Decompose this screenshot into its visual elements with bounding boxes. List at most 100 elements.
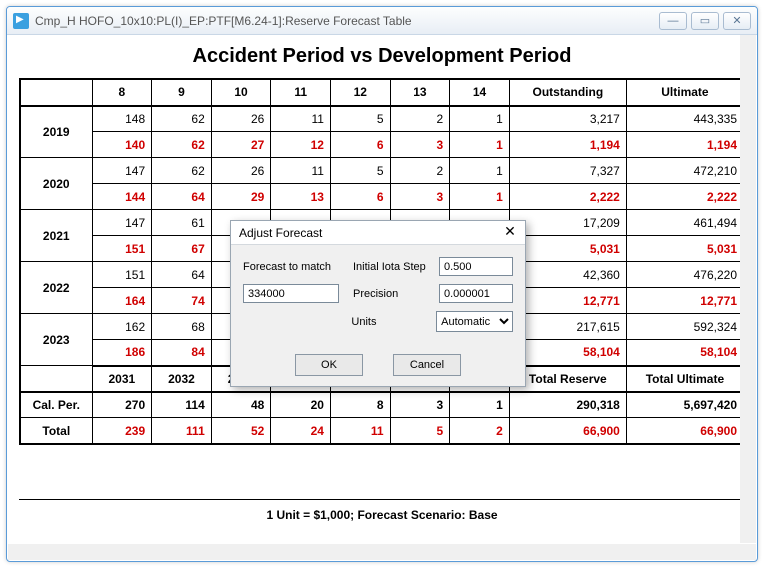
forecast-label: Forecast to match: [243, 261, 347, 273]
cell: 290,318: [509, 392, 626, 418]
col-header: Outstanding: [509, 80, 626, 106]
year-header: 2022: [21, 262, 93, 314]
cell: 20: [271, 392, 331, 418]
cell: 26: [211, 106, 271, 132]
cell: 6: [330, 132, 390, 158]
precision-label: Precision: [353, 288, 433, 300]
cell: 11: [330, 418, 390, 444]
cell: 66,900: [509, 418, 626, 444]
cell: 1,194: [509, 132, 626, 158]
cell: 472,210: [626, 158, 743, 184]
cell: 111: [152, 418, 212, 444]
units-select[interactable]: Automatic: [436, 311, 513, 332]
close-button[interactable]: ✕: [723, 12, 751, 30]
cell: 151: [92, 262, 152, 288]
footer-col-header: 2032: [152, 366, 212, 392]
cell: 64: [152, 262, 212, 288]
window-title: Cmp_H HOFO_10x10:PL(I)_EP:PTF[M6.24-1]:R…: [35, 14, 659, 28]
cell: 217,615: [509, 314, 626, 340]
cell: 5,697,420: [626, 392, 743, 418]
cell: 162: [92, 314, 152, 340]
cell: 144: [92, 184, 152, 210]
footer-blank: [21, 366, 93, 392]
col-header: 11: [271, 80, 331, 106]
col-header: 8: [92, 80, 152, 106]
app-icon: [13, 13, 29, 29]
maximize-button[interactable]: ▭: [691, 12, 719, 30]
cell: 5: [330, 158, 390, 184]
cell: 58,104: [509, 340, 626, 366]
cell: 3,217: [509, 106, 626, 132]
cell: 27: [211, 132, 271, 158]
horizontal-scrollbar[interactable]: [8, 544, 740, 560]
footer-col-header: 2031: [92, 366, 152, 392]
cell: 12,771: [509, 288, 626, 314]
header-blank: [21, 80, 93, 106]
cell: 17,209: [509, 210, 626, 236]
cell: 147: [92, 158, 152, 184]
cell: 12,771: [626, 288, 743, 314]
cell: 67: [152, 236, 212, 262]
col-header: 14: [450, 80, 510, 106]
cell: 114: [152, 392, 212, 418]
cal-per-header: Cal. Per.: [21, 392, 93, 418]
year-header: 2020: [21, 158, 93, 210]
ok-button[interactable]: OK: [295, 354, 363, 376]
cell: 1: [450, 106, 510, 132]
cell: 29: [211, 184, 271, 210]
iota-input[interactable]: [439, 257, 513, 276]
col-header: 12: [330, 80, 390, 106]
cell: 140: [92, 132, 152, 158]
footer-col-header: Total Ultimate: [626, 366, 743, 392]
forecast-input[interactable]: [243, 284, 339, 303]
cell: 2: [390, 158, 450, 184]
cell: 74: [152, 288, 212, 314]
col-header: 9: [152, 80, 212, 106]
cell: 61: [152, 210, 212, 236]
footer-text: 1 Unit = $1,000; Forecast Scenario: Base: [19, 499, 745, 522]
cancel-button[interactable]: Cancel: [393, 354, 461, 376]
adjust-forecast-dialog: Adjust Forecast ✕ Forecast to match Init…: [230, 220, 526, 387]
cell: 2: [450, 418, 510, 444]
cell: 151: [92, 236, 152, 262]
cell: 2,222: [626, 184, 743, 210]
cell: 1: [450, 184, 510, 210]
cell: 1,194: [626, 132, 743, 158]
cell: 7,327: [509, 158, 626, 184]
cell: 12: [271, 132, 331, 158]
cell: 6: [330, 184, 390, 210]
cell: 592,324: [626, 314, 743, 340]
cell: 52: [211, 418, 271, 444]
precision-input[interactable]: [439, 284, 513, 303]
cell: 147: [92, 210, 152, 236]
cell: 3: [390, 132, 450, 158]
cell: 58,104: [626, 340, 743, 366]
dialog-titlebar: Adjust Forecast ✕: [231, 221, 525, 245]
iota-label: Initial Iota Step: [353, 261, 433, 273]
cell: 1: [450, 158, 510, 184]
vertical-scrollbar[interactable]: [740, 35, 756, 543]
units-label: Units: [351, 316, 430, 328]
cell: 148: [92, 106, 152, 132]
year-header: 2023: [21, 314, 93, 366]
minimize-button[interactable]: —: [659, 12, 687, 30]
dialog-close-icon[interactable]: ✕: [501, 223, 519, 241]
cell: 62: [152, 106, 212, 132]
cell: 11: [271, 158, 331, 184]
footer-col-header: Total Reserve: [509, 366, 626, 392]
scrollbar-corner: [740, 544, 756, 560]
cell: 443,335: [626, 106, 743, 132]
cell: 270: [92, 392, 152, 418]
page-title: Accident Period vs Development Period: [19, 45, 745, 68]
cell: 5: [330, 106, 390, 132]
cell: 66,900: [626, 418, 743, 444]
cell: 5: [390, 418, 450, 444]
titlebar: Cmp_H HOFO_10x10:PL(I)_EP:PTF[M6.24-1]:R…: [7, 7, 757, 35]
cell: 3: [390, 392, 450, 418]
cell: 1: [450, 392, 510, 418]
year-header: 2021: [21, 210, 93, 262]
cell: 8: [330, 392, 390, 418]
cell: 3: [390, 184, 450, 210]
cell: 186: [92, 340, 152, 366]
cell: 11: [271, 106, 331, 132]
